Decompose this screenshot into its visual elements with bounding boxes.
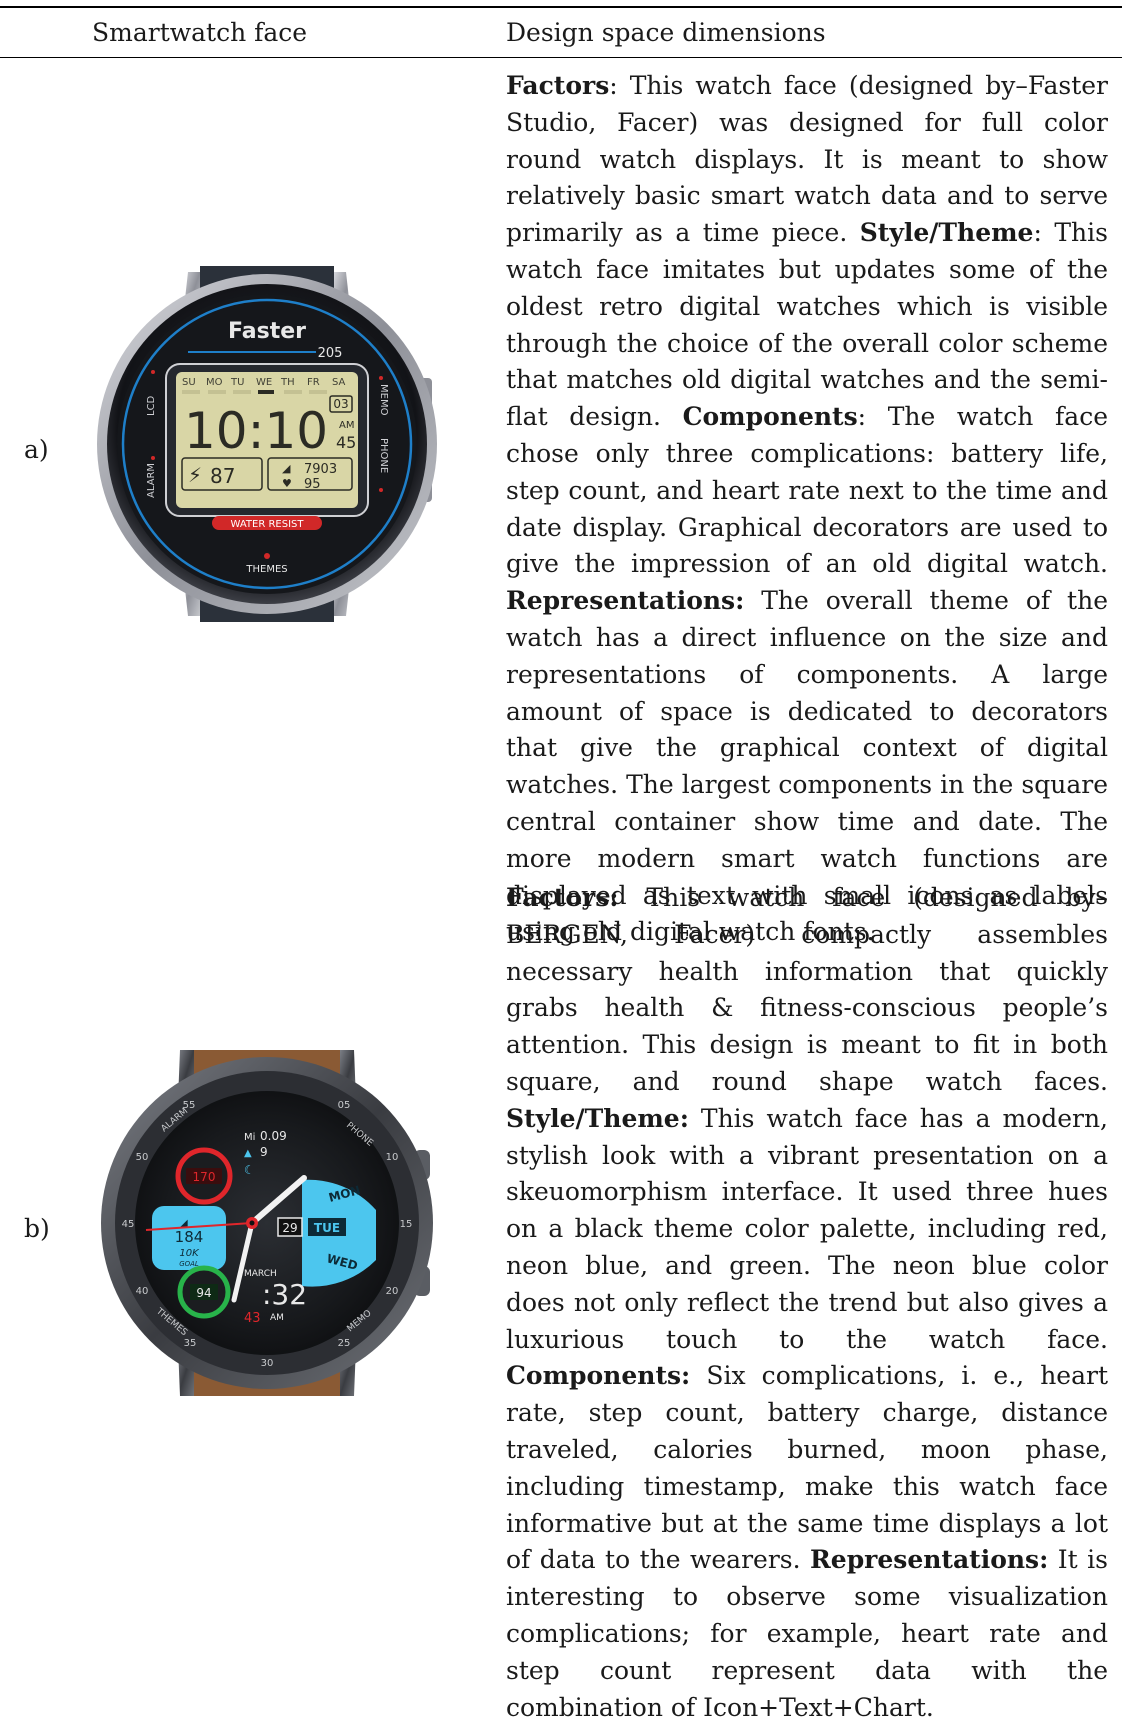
watch-a-badge: WATER RESIST (231, 519, 305, 530)
bezel-45: 45 (122, 1219, 135, 1230)
watch-b-distance: 0.09 (260, 1129, 287, 1143)
dimension-heading-2: Style/Theme: (506, 1103, 689, 1133)
bezel-50: 50 (136, 1152, 149, 1163)
watch-a-label-lcd: LCD (146, 395, 157, 416)
bezel-40: 40 (136, 1286, 149, 1297)
bezel-35: 35 (184, 1338, 197, 1349)
shoe-icon: ◢ (282, 462, 291, 475)
watch-a-label-phone: PHONE (378, 438, 389, 473)
watch-a-steps: 7903 (304, 462, 337, 477)
moon-icon: ☾ (244, 1163, 255, 1177)
watch-a-heart-rate: 95 (304, 477, 321, 492)
dimension-text-3: This watch face has a modern, stylish lo… (506, 1103, 1108, 1354)
dimension-heading-6: Representations: (506, 586, 745, 616)
watch-a-day-mo: MO (206, 377, 223, 388)
dimension-heading-0: Factors: (506, 883, 619, 912)
heart-icon: ♥ (282, 477, 292, 490)
dimension-heading-6: Representations: (810, 1545, 1049, 1575)
dimension-text-3: : This watch face imitates but updates s… (506, 218, 1108, 432)
watch-b-ampm: AM (270, 1313, 284, 1323)
watch-b-goal: 10K (179, 1248, 200, 1259)
watch-b-date: 29 (282, 1221, 297, 1235)
column-header-smartwatch-face: Smartwatch face (92, 18, 308, 47)
flame-icon: ▲ (244, 1148, 252, 1159)
watch-a-ampm: AM (339, 420, 354, 431)
table-header-rule (0, 57, 1122, 58)
watch-a-model: 205 (318, 346, 343, 361)
dimension-heading-2: Style/Theme (859, 218, 1034, 248)
bezel-25: 25 (338, 1338, 351, 1349)
bezel-30: 30 (261, 1358, 274, 1369)
bezel-15: 15 (400, 1219, 413, 1230)
watch-a-themes: THEMES (245, 564, 287, 575)
watch-b-distance-unit: Mi (244, 1132, 255, 1143)
watch-a-day-th: TH (280, 377, 295, 388)
dimension-heading-0: Factors (506, 71, 610, 100)
column-header-design-space: Design space dimensions (506, 18, 826, 47)
watch-b-time: :32 (262, 1278, 307, 1311)
bezel-10: 10 (386, 1152, 399, 1163)
watch-face-a-image: Faster 205 SU MO TU WE TH FR SA 03 10:10… (97, 266, 437, 622)
watch-b-steps: 184 (175, 1228, 204, 1246)
dimension-text-5: Six complications, i. e., heart rate, st… (506, 1361, 1108, 1575)
watch-a-day-tu: TU (230, 377, 244, 388)
watch-b-seconds: 43 (244, 1311, 261, 1326)
bezel-05: 05 (338, 1100, 351, 1111)
table-top-rule (0, 6, 1122, 8)
watch-a-day-sa: SA (332, 377, 346, 388)
bezel-20: 20 (386, 1286, 399, 1297)
description-a: Factors: This watch face (designed by–Fa… (506, 68, 1108, 951)
watch-a-seconds: 45 (336, 433, 356, 452)
watch-a-day-fr: FR (307, 377, 320, 388)
watch-face-b-image: 55 05 10 15 20 25 30 35 40 45 50 ALARM P… (101, 1050, 433, 1396)
watch-a-date: 03 (333, 397, 348, 411)
watch-b-battery: 94 (196, 1286, 211, 1300)
watch-a-day-su: SU (182, 377, 196, 388)
watch-a-day-we: WE (256, 377, 272, 388)
watch-b-heart-rate: 170 (193, 1170, 216, 1184)
watch-a-brand: Faster (228, 319, 306, 344)
watch-b-calories: 9 (260, 1145, 268, 1159)
dimension-text-1: This watch face (designed by–BERGEN, Fac… (506, 883, 1108, 1096)
description-b: Factors: This watch face (designed by–BE… (506, 880, 1108, 1726)
watch-b-day-tue: TUE (314, 1221, 340, 1235)
row-label-a: a) (24, 435, 49, 464)
watch-a-label-memo: MEMO (378, 384, 389, 416)
bolt-icon: ⚡ (188, 463, 202, 487)
watch-a-label-alarm: ALARM (146, 463, 157, 498)
watch-a-time: 10:10 (184, 402, 328, 460)
dimension-heading-4: Components: (506, 1361, 691, 1391)
row-label-b: b) (24, 1214, 50, 1243)
watch-a-battery: 87 (210, 464, 235, 488)
dimension-heading-4: Components (682, 402, 858, 432)
